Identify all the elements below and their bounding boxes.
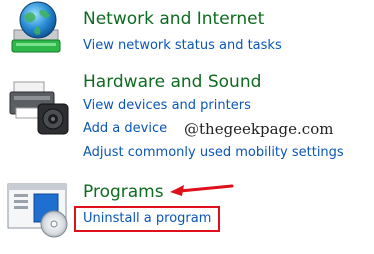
view-network-status-link[interactable]: View network status and tasks <box>83 38 282 54</box>
programs-disc-icon[interactable] <box>6 180 72 238</box>
network-globe-icon[interactable] <box>6 0 66 56</box>
programs-title[interactable]: Programs <box>83 182 164 202</box>
mobility-settings-link[interactable]: Adjust commonly used mobility settings <box>83 145 344 161</box>
uninstall-program-link[interactable]: Uninstall a program <box>83 211 211 227</box>
view-devices-printers-link[interactable]: View devices and printers <box>83 98 251 114</box>
watermark-text: @thegeekpage.com <box>184 120 334 138</box>
printer-speaker-icon[interactable] <box>8 78 72 136</box>
annotation-arrow-icon <box>170 184 234 196</box>
hardware-and-sound-title[interactable]: Hardware and Sound <box>83 72 261 92</box>
add-device-link[interactable]: Add a device <box>83 121 167 137</box>
network-and-internet-title[interactable]: Network and Internet <box>83 9 264 29</box>
